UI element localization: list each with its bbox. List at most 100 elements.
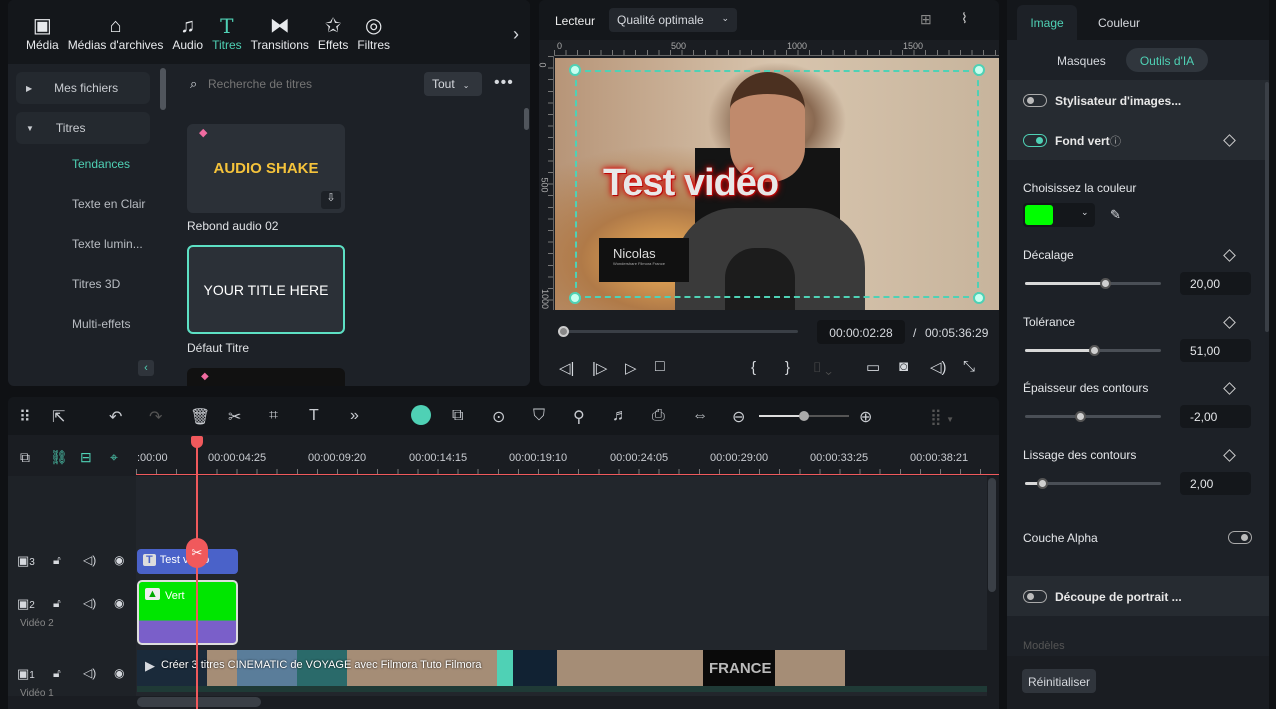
subfolder-glow-text[interactable]: Texte lumin... xyxy=(16,224,150,264)
snap-icon[interactable]: ⌖ xyxy=(110,449,118,466)
play-icon[interactable]: ▷ xyxy=(625,359,637,377)
eyedropper-icon[interactable]: ✎ xyxy=(1110,207,1121,223)
more-tools-icon[interactable]: » xyxy=(350,407,359,425)
edge-thickness-value[interactable]: -2,00 xyxy=(1180,405,1251,428)
fit-width-icon[interactable]: ⇔ xyxy=(692,407,708,425)
current-time[interactable]: 00:00:02:28 xyxy=(817,320,905,344)
volume-icon[interactable]: ◁) xyxy=(83,666,96,680)
scissors-icon[interactable]: ✂ xyxy=(228,407,241,427)
download-icon[interactable]: ⇩ xyxy=(321,191,341,209)
microphone-icon[interactable]: ⚲ xyxy=(573,407,585,427)
shield-marker-icon[interactable]: ⛉ xyxy=(533,407,545,425)
subfolder-plain-text[interactable]: Texte en Clair xyxy=(16,184,150,224)
prev-frame-icon[interactable]: ◁| xyxy=(559,359,574,377)
tab-media[interactable]: ▣ Média xyxy=(26,14,59,64)
ai-image-icon[interactable]: ⧉ xyxy=(452,407,463,425)
resize-handle[interactable] xyxy=(569,292,581,304)
more-options-icon[interactable]: ••• xyxy=(494,74,514,92)
add-track-icon[interactable]: ⧉ xyxy=(20,449,30,466)
playhead[interactable] xyxy=(196,436,198,709)
folder-titles[interactable]: ▼ Titres xyxy=(16,112,150,144)
volume-icon[interactable]: ◁) xyxy=(83,596,96,610)
main-video-clip[interactable]: ▶ Créer 3 titres CINEMATIC de VOYAGE ave… xyxy=(137,650,987,692)
scrubber-knob[interactable] xyxy=(558,326,569,337)
text-tool-icon[interactable]: T xyxy=(309,407,319,425)
offset-value[interactable]: 20,00 xyxy=(1180,272,1251,295)
zoom-slider[interactable] xyxy=(759,411,849,421)
subfolder-3d-titles[interactable]: Titres 3D xyxy=(16,264,150,304)
play-speed-icon[interactable]: ⊙ xyxy=(492,407,505,427)
group-icon[interactable]: ⊟ xyxy=(80,449,92,466)
fullscreen-icon[interactable]: ⤡ xyxy=(963,358,975,375)
mark-out-icon[interactable]: } xyxy=(785,359,790,376)
edge-smoothing-value[interactable]: 2,00 xyxy=(1180,472,1251,495)
green-screen-toggle[interactable] xyxy=(1023,134,1047,147)
alpha-toggle[interactable] xyxy=(1228,531,1252,544)
timeline-h-scrollbar[interactable] xyxy=(137,697,261,707)
tolerance-slider[interactable] xyxy=(1025,345,1161,356)
sidebar-scrollbar[interactable] xyxy=(160,68,166,110)
edge-smoothing-slider[interactable] xyxy=(1025,478,1161,489)
eye-icon[interactable]: ◉ xyxy=(114,596,124,610)
portrait-toggle[interactable] xyxy=(1023,590,1047,603)
tab-effects[interactable]: ✩ Effets xyxy=(318,14,348,64)
subfolder-trending[interactable]: Tendances xyxy=(16,144,150,184)
zoom-in-icon[interactable]: ⊕ xyxy=(859,407,872,427)
selection-box[interactable] xyxy=(575,70,979,298)
color-picker-dropdown[interactable]: ⌄ xyxy=(1023,203,1095,227)
stop-icon[interactable]: □ xyxy=(655,358,665,376)
eye-icon[interactable]: ◉ xyxy=(114,553,124,567)
tab-filters[interactable]: ◎ Filtres xyxy=(357,14,390,64)
filter-dropdown[interactable]: Tout ⌄ xyxy=(424,72,482,96)
tolerance-value[interactable]: 51,00 xyxy=(1180,339,1251,362)
track-layout-icon[interactable]: ⣿ ▼ xyxy=(930,407,954,427)
snapshot-camera-icon[interactable]: ◙ xyxy=(899,358,908,375)
content-scrollbar[interactable] xyxy=(524,108,529,130)
lock-icon[interactable]: 🔓︎ xyxy=(53,666,61,681)
tab-color[interactable]: Couleur xyxy=(1098,16,1140,30)
layout-grid-icon[interactable]: ⠿ xyxy=(19,407,31,427)
lock-icon[interactable]: 🔓︎ xyxy=(53,553,61,568)
playback-scrubber[interactable] xyxy=(561,330,798,333)
resize-handle[interactable] xyxy=(973,292,985,304)
redo-icon[interactable]: ↷ xyxy=(149,407,162,427)
title-card-audio-shake[interactable]: ◆ AUDIO SHAKE ⇩ xyxy=(187,124,345,213)
volume-icon[interactable]: ◁) xyxy=(83,553,96,567)
quality-dropdown[interactable]: Qualité optimale ⌄ xyxy=(609,8,737,32)
properties-scrollbar[interactable] xyxy=(1265,82,1269,332)
help-icon[interactable]: ⓘ xyxy=(1110,133,1121,149)
tab-audio[interactable]: ♫ Audio xyxy=(172,14,203,64)
resize-handle[interactable] xyxy=(569,64,581,76)
title-card-partial[interactable]: ◆ xyxy=(187,368,345,386)
zoom-out-icon[interactable]: ⊖ xyxy=(732,407,745,427)
lock-icon[interactable]: 🔓︎ xyxy=(53,596,61,611)
reset-button[interactable]: Réinitialiser xyxy=(1022,669,1096,693)
audio-mix-icon[interactable]: ♬ xyxy=(612,407,628,425)
chevron-right-icon[interactable]: › xyxy=(513,24,519,45)
title-card-default[interactable]: YOUR TITLE HERE xyxy=(187,245,345,334)
tab-stock-media[interactable]: ⌂ Médias d'archives xyxy=(68,14,164,64)
edge-thickness-slider[interactable] xyxy=(1025,411,1161,422)
next-frame-icon[interactable]: |▷ xyxy=(592,359,607,377)
undo-icon[interactable]: ↶ xyxy=(109,407,122,427)
volume-icon[interactable]: ◁) xyxy=(930,358,947,376)
subfolder-multi-effects[interactable]: Multi-effets xyxy=(16,304,150,344)
folder-my-files[interactable]: ▶ Mes fichiers xyxy=(16,72,150,104)
link-icon[interactable]: ⛓ xyxy=(50,449,68,466)
subtab-masks[interactable]: Masques xyxy=(1057,54,1106,68)
green-screen-clip[interactable]: ▲ Vert xyxy=(137,580,238,645)
subtab-ai-tools[interactable]: Outils d'IA xyxy=(1126,48,1208,72)
waveform-scope-icon[interactable]: ⌇ xyxy=(961,10,968,27)
tab-titles[interactable]: T Titres xyxy=(212,14,242,64)
tab-transitions[interactable]: ⧓ Transitions xyxy=(251,14,309,64)
insert-clip-icon[interactable]: ⌷ ⌄ xyxy=(813,359,832,376)
clip-settings-icon[interactable]: ⎙ xyxy=(652,407,665,425)
resize-handle[interactable] xyxy=(973,64,985,76)
search-input[interactable] xyxy=(208,74,418,94)
split-scissors-icon[interactable]: ✂ xyxy=(186,538,208,568)
tab-image[interactable]: Image xyxy=(1017,5,1077,40)
crop-icon[interactable]: ⌗ xyxy=(269,407,278,425)
display-icon[interactable]: ▭ xyxy=(866,358,880,376)
eye-icon[interactable]: ◉ xyxy=(114,666,124,680)
grid-layout-icon[interactable]: ⊞ xyxy=(920,11,932,28)
